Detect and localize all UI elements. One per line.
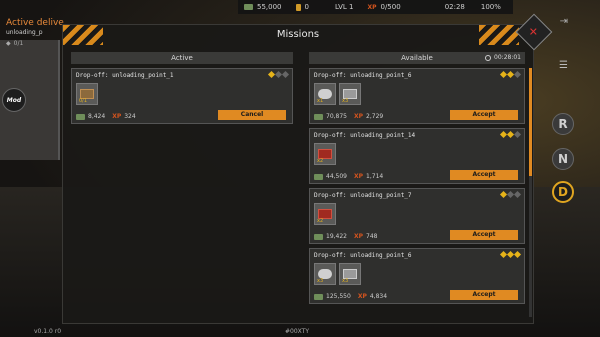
cargo-container: x2 bbox=[314, 143, 336, 165]
difficulty-rating bbox=[499, 190, 522, 199]
xp-icon: XP bbox=[354, 113, 364, 120]
difficulty-rating bbox=[499, 130, 522, 139]
gear-drive-button[interactable]: D bbox=[552, 181, 574, 203]
refresh-timer: 00:28:01 bbox=[494, 54, 521, 61]
difficulty-rating bbox=[499, 70, 522, 79]
active-mission-card[interactable]: Drop-off: unloading_point_1 0/1 8,424 XP… bbox=[71, 68, 293, 124]
reward-money: 70,875 bbox=[326, 113, 347, 120]
mission-title: Drop-off: unloading_point_14 bbox=[314, 132, 416, 139]
mission-title: Drop-off: unloading_point_6 bbox=[314, 252, 412, 259]
cargo-qty: x3 bbox=[342, 278, 349, 284]
hud-level: LVL 1 bbox=[334, 3, 354, 11]
panel-title: Missions bbox=[276, 29, 320, 40]
money-icon bbox=[314, 233, 323, 240]
xp-icon: XP bbox=[354, 173, 364, 180]
mission-title: Drop-off: unloading_point_1 bbox=[76, 72, 174, 79]
mission-title: Drop-off: unloading_point_6 bbox=[314, 72, 412, 79]
mission-title: Drop-off: unloading_point_7 bbox=[314, 192, 412, 199]
accept-button[interactable]: Accept bbox=[450, 170, 518, 180]
cargo-qty: x3 bbox=[317, 278, 324, 284]
hud-time: 02:28 bbox=[444, 3, 465, 11]
difficulty-rating bbox=[499, 250, 522, 259]
reward-xp: 4,834 bbox=[369, 293, 388, 300]
cargo-pipes: x3 bbox=[314, 263, 336, 285]
cargo-qty: x3 bbox=[342, 98, 349, 104]
reward-money: 44,509 bbox=[326, 173, 347, 180]
top-status-bar: 55,000 0 LVL 1 XP 0/500 02:28 100% bbox=[238, 0, 513, 14]
cargo-qty: x1 bbox=[317, 98, 324, 104]
reward-xp: 324 bbox=[124, 113, 136, 120]
gear-reverse-button[interactable]: R bbox=[552, 113, 574, 135]
available-header: Available 00:28:01 bbox=[309, 52, 525, 64]
diamond-icon bbox=[281, 70, 290, 79]
available-mission-card[interactable]: Drop-off: unloading_point_14 x2 44,509 X… bbox=[309, 128, 525, 184]
cargo-beams: x3 bbox=[339, 83, 361, 105]
hud-gold: 0 bbox=[304, 3, 309, 11]
cargo-crate: 0/1 bbox=[76, 83, 98, 105]
cargo-qty: 0/1 bbox=[79, 98, 88, 104]
reward-xp: 748 bbox=[366, 233, 378, 240]
xp-icon: XP bbox=[357, 293, 367, 300]
cargo-beams: x3 bbox=[339, 263, 361, 285]
cargo-container: x2 bbox=[314, 203, 336, 225]
xp-icon: XP bbox=[354, 233, 364, 240]
reward-money: 8,424 bbox=[88, 113, 106, 120]
available-mission-card[interactable]: Drop-off: unloading_point_7 x2 19,422 XP… bbox=[309, 188, 525, 244]
accept-button[interactable]: Accept bbox=[450, 230, 518, 240]
hud-xp: 0/500 bbox=[380, 3, 401, 11]
available-header-label: Available bbox=[401, 54, 433, 62]
active-column: Active Drop-off: unloading_point_1 0/1 8… bbox=[71, 52, 293, 317]
diamond-icon bbox=[513, 250, 522, 259]
scrollbar[interactable] bbox=[529, 68, 532, 317]
hud-battery: 100% bbox=[480, 3, 501, 11]
money-icon bbox=[244, 4, 253, 10]
active-header: Active bbox=[71, 52, 293, 64]
cargo-qty: x2 bbox=[317, 218, 324, 224]
diamond-icon bbox=[513, 130, 522, 139]
active-delivery-count: 0/1 bbox=[13, 40, 24, 47]
diamond-icon bbox=[513, 190, 522, 199]
reward-money: 19,422 bbox=[326, 233, 347, 240]
xp-icon: XP bbox=[367, 3, 377, 11]
money-icon bbox=[314, 293, 323, 300]
money-icon bbox=[314, 113, 323, 120]
exit-icon[interactable]: ⇥ bbox=[560, 16, 568, 27]
difficulty-rating bbox=[267, 70, 290, 79]
reward-xp: 1,714 bbox=[366, 173, 384, 180]
cargo-qty: x2 bbox=[317, 158, 324, 164]
available-column: Available 00:28:01 Drop-off: unloading_p… bbox=[309, 52, 532, 317]
crate-icon: ◆ bbox=[6, 40, 11, 47]
accept-button[interactable]: Accept bbox=[450, 110, 518, 120]
cancel-button[interactable]: Cancel bbox=[218, 110, 286, 120]
missions-panel: Missions ✕ Active Drop-off: unloading_po… bbox=[62, 13, 553, 324]
reward-xp: 2,729 bbox=[366, 113, 384, 120]
gold-icon bbox=[295, 3, 301, 11]
money-icon bbox=[76, 113, 85, 120]
accept-button[interactable]: Accept bbox=[450, 290, 518, 300]
version-label: v0.1.0 r0 bbox=[34, 328, 62, 335]
gear-neutral-button[interactable]: N bbox=[552, 148, 574, 170]
available-mission-card[interactable]: Drop-off: unloading_point_6 x3 x3 125,55… bbox=[309, 248, 525, 304]
hud-money: 55,000 bbox=[257, 3, 282, 11]
cargo-pipes: x1 bbox=[314, 83, 336, 105]
close-icon: ✕ bbox=[529, 25, 539, 39]
mod-button[interactable]: Mod bbox=[2, 88, 26, 112]
session-code: #00XTY bbox=[285, 328, 309, 335]
diamond-icon bbox=[513, 70, 522, 79]
xp-icon: XP bbox=[112, 113, 122, 120]
clock-icon bbox=[485, 55, 492, 61]
money-icon bbox=[314, 173, 323, 180]
list-icon[interactable]: ☰ bbox=[559, 60, 568, 71]
reward-money: 125,550 bbox=[326, 293, 351, 300]
available-mission-card[interactable]: Drop-off: unloading_point_6 x1 x3 70,875 bbox=[309, 68, 525, 124]
scrollbar-thumb[interactable] bbox=[529, 68, 532, 176]
